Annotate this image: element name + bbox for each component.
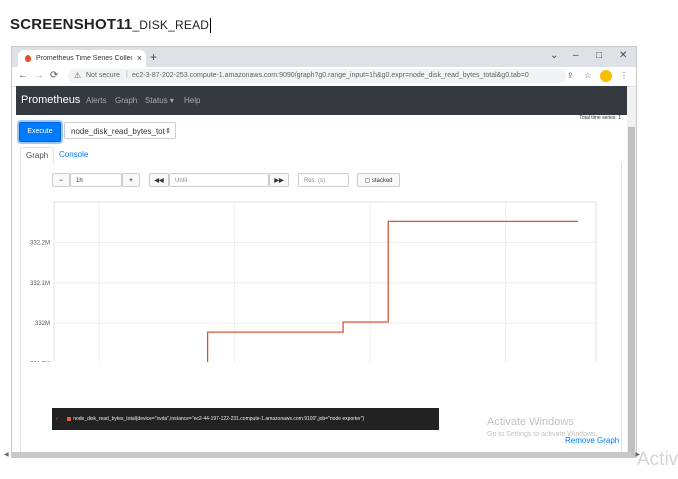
legend-series-label[interactable]: node_disk_read_bytes_total{device="xvda"… xyxy=(73,416,364,422)
y-tick-label: 332.2M xyxy=(30,240,50,246)
nav-alerts[interactable]: Alerts xyxy=(86,96,106,105)
total-time-series: Total time series: 1 xyxy=(579,115,621,121)
plot-area xyxy=(53,201,597,362)
address-bar-row: ← → ⟳ ⚠ Not secure | ec2-3-87-202-253.co… xyxy=(12,67,636,87)
minimize-button[interactable]: – xyxy=(573,50,579,61)
url-text: ec2-3-87-202-253.compute-1.amazonaws.com… xyxy=(132,72,529,79)
document-title-main: SCREENSHOT11 xyxy=(10,16,133,33)
vertical-scrollbar[interactable] xyxy=(627,87,636,457)
maximize-button[interactable]: □ xyxy=(596,50,602,61)
prometheus-brand[interactable]: Prometheus xyxy=(21,94,80,106)
activate-windows-outer: Activ xyxy=(637,449,678,470)
line-chart: 331.8M331.9M332M332.1M332.2M14:4515:0015… xyxy=(30,201,597,362)
profile-avatar-icon[interactable] xyxy=(600,70,612,82)
tab-close-icon[interactable]: × xyxy=(137,53,142,63)
url-separator: | xyxy=(126,71,128,78)
horizontal-scrollbar[interactable]: ◀ ▶ xyxy=(4,452,640,458)
scroll-left-icon[interactable]: ◀ xyxy=(4,451,9,458)
not-secure-label: Not secure xyxy=(86,72,120,79)
close-window-button[interactable]: ✕ xyxy=(619,50,627,61)
warning-icon: ⚠ xyxy=(74,71,82,80)
y-tick-label: 332M xyxy=(35,321,50,327)
tab-bar: Prometheus Time Series Collecti... × + ⌄… xyxy=(12,47,636,67)
document-title: SCREENSHOT11_DISK_READ xyxy=(10,16,212,33)
text-caret xyxy=(210,17,212,33)
browser-tab[interactable]: Prometheus Time Series Collecti... × xyxy=(18,50,146,67)
activate-windows-title: Activate Windows xyxy=(487,416,574,428)
back-button[interactable]: ← xyxy=(18,70,28,81)
chart-legend: ✓ node_disk_read_bytes_total{device="xvda… xyxy=(52,408,439,430)
new-tab-button[interactable]: + xyxy=(150,50,157,64)
legend-check-icon[interactable]: ✓ xyxy=(55,416,59,422)
document-title-suffix: _DISK_READ xyxy=(132,18,210,32)
nav-help[interactable]: Help xyxy=(184,96,200,105)
nav-status[interactable]: Status ▾ xyxy=(145,96,174,105)
legend-swatch xyxy=(67,416,72,421)
scrollbar-thumb[interactable] xyxy=(628,127,635,457)
forward-button[interactable]: → xyxy=(34,70,44,81)
scroll-right-icon[interactable]: ▶ xyxy=(635,451,640,458)
tab-title: Prometheus Time Series Collecti... xyxy=(36,55,132,62)
y-tick-label: 332.1M xyxy=(30,281,50,287)
nav-graph[interactable]: Graph xyxy=(115,96,137,105)
browser-menu-icon[interactable]: ⋮ xyxy=(620,71,628,80)
prometheus-navbar: Prometheus Alerts Graph Status ▾ Help xyxy=(16,86,627,115)
prometheus-favicon-icon xyxy=(25,55,31,62)
omnibox[interactable]: ⚠ Not secure | ec2-3-87-202-253.compute-… xyxy=(68,69,566,83)
share-icon[interactable]: ⇪ xyxy=(567,71,574,80)
bookmark-star-icon[interactable]: ☆ xyxy=(584,71,591,80)
tab-search-icon[interactable]: ⌄ xyxy=(550,50,558,61)
activate-windows-subtitle: Go to Settings to activate Windows. xyxy=(487,431,598,438)
reload-button[interactable]: ⟳ xyxy=(50,70,58,81)
